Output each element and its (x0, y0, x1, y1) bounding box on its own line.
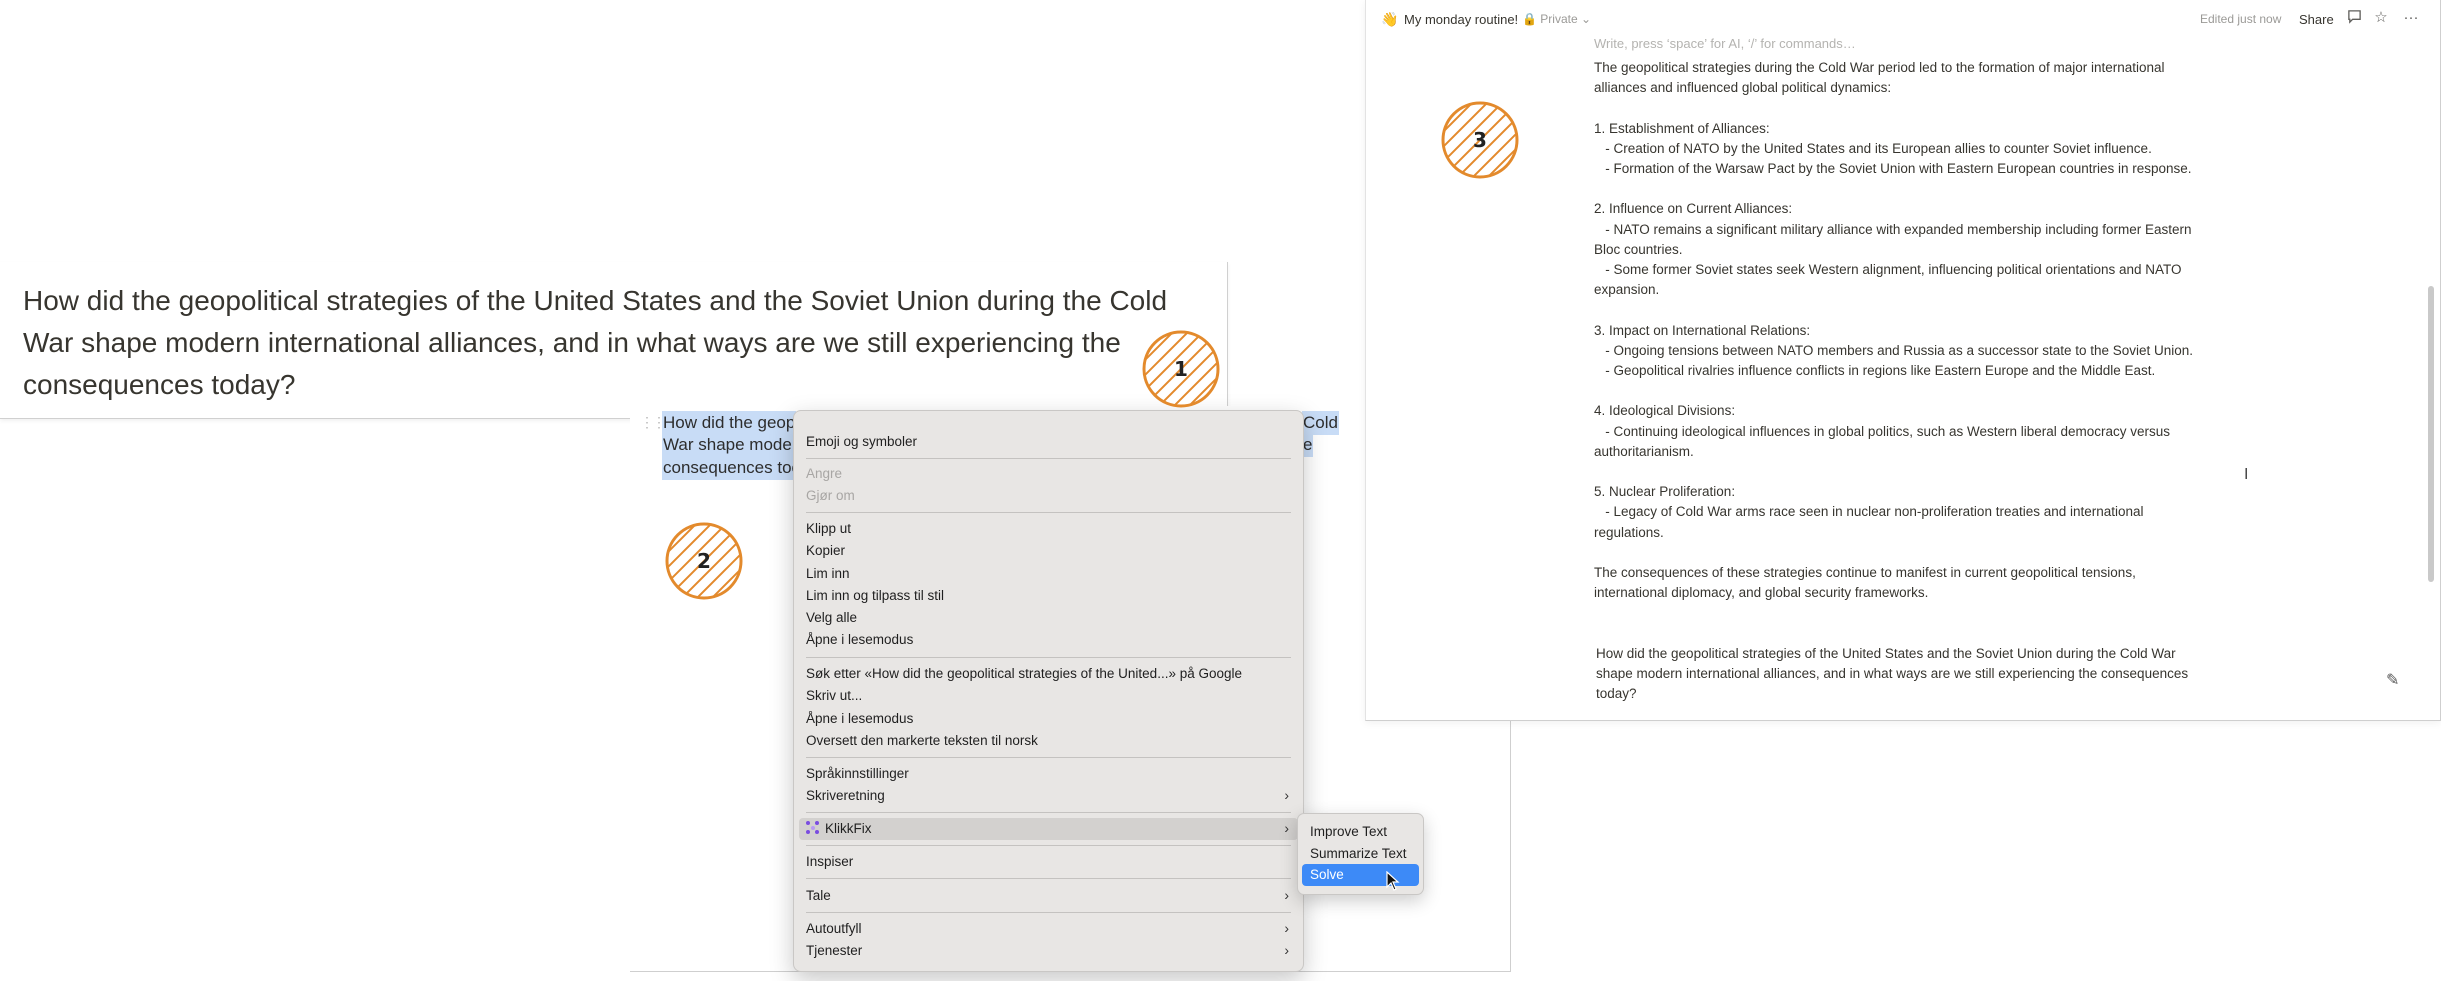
selected-text-tail[interactable]: Cold (1302, 411, 1339, 435)
answer-line[interactable]: 3. Impact on International Relations: (1594, 321, 2204, 341)
menu-item-label: Tale (806, 888, 831, 903)
context-menu: Emoji og symboler Angre Gjør om Klipp ut… (793, 410, 1304, 972)
menu-item-speech[interactable]: Tale (806, 885, 1291, 907)
menu-item-reader-mode-2[interactable]: Åpne i lesemodus (806, 708, 913, 730)
answer-line[interactable]: - Geopolitical rivalries influence confl… (1594, 361, 2204, 381)
answer-line[interactable]: The consequences of these strategies con… (1594, 563, 2204, 603)
menu-item-cut[interactable]: Klipp ut (806, 518, 851, 540)
answer-line[interactable] (1594, 179, 2204, 199)
menu-item-label: Tjenester (806, 943, 863, 958)
scrollbar[interactable] (2428, 286, 2434, 582)
menu-divider (806, 512, 1291, 513)
menu-item-label: KlikkFix (825, 821, 872, 836)
menu-item-label: Skriveretning (806, 788, 885, 803)
menu-divider (806, 845, 1291, 846)
editor-placeholder[interactable]: Write, press ‘space’ for AI, ‘/’ for com… (1594, 36, 1856, 51)
menu-item-klikkfix[interactable]: KlikkFix (806, 818, 1291, 840)
drag-handle-icon[interactable]: ⋮⋮ (640, 414, 666, 431)
menu-item-select-all[interactable]: Velg alle (806, 607, 857, 629)
chevron-right-icon: › (1284, 820, 1289, 836)
text-cursor-icon: I (2244, 466, 2249, 483)
annotation-badge: 1 (1141, 329, 1221, 409)
page-title[interactable]: My monday routine! (1404, 12, 1518, 27)
answer-line[interactable]: 5. Nuclear Proliferation: (1594, 482, 2204, 502)
answer-line[interactable] (1594, 381, 2204, 401)
menu-divider (806, 812, 1291, 813)
more-icon[interactable]: ··· (2402, 9, 2420, 27)
answer-line[interactable]: - NATO remains a significant military al… (1594, 220, 2204, 260)
notion-answer-body[interactable]: The geopolitical strategies during the C… (1594, 58, 2204, 603)
star-icon[interactable]: ☆ (2372, 9, 2390, 27)
menu-divider (806, 878, 1291, 879)
notion-window: 👋 My monday routine! 🔒 Private ⌄ Edited … (1365, 0, 2441, 721)
klikkfix-submenu: Improve Text Summarize Text Solve (1297, 813, 1424, 895)
menu-item-paste[interactable]: Lim inn (806, 563, 850, 585)
chevron-right-icon: › (1284, 942, 1289, 958)
answer-line[interactable]: - Continuing ideological influences in g… (1594, 422, 2204, 462)
answer-line[interactable] (1594, 543, 2204, 563)
selected-text-line[interactable]: How did the geop (662, 411, 797, 435)
menu-item-translate[interactable]: Oversett den markerte teksten til norsk (806, 730, 1038, 752)
answer-line[interactable] (1594, 98, 2204, 118)
answer-line[interactable]: - Creation of NATO by the United States … (1594, 139, 2204, 159)
comment-icon[interactable] (2345, 9, 2363, 27)
share-button[interactable]: Share (2299, 12, 2334, 27)
klikkfix-icon (806, 821, 820, 835)
submenu-item-solve[interactable]: Solve (1310, 864, 1344, 886)
menu-item-autofill[interactable]: Autoutfyll (806, 918, 1291, 940)
menu-divider (806, 657, 1291, 658)
chevron-right-icon: › (1284, 887, 1289, 903)
menu-item-print[interactable]: Skriv ut... (806, 685, 862, 707)
menu-divider (806, 912, 1291, 913)
edited-status: Edited just now (2200, 12, 2282, 26)
menu-item-redo: Gjør om (806, 488, 855, 503)
menu-item-reader-mode[interactable]: Åpne i lesemodus (806, 629, 913, 651)
answer-line[interactable]: - Formation of the Warsaw Pact by the So… (1594, 159, 2204, 179)
menu-item-paste-style[interactable]: Lim inn og tilpass til stil (806, 585, 944, 607)
annotation-badge: 2 (664, 521, 744, 601)
question-text: How did the geopolitical strategies of t… (23, 285, 1168, 400)
notion-question-text[interactable]: How did the geopolitical strategies of t… (1596, 644, 2196, 704)
answer-line[interactable]: The geopolitical strategies during the C… (1594, 58, 2204, 98)
answer-line[interactable]: - Ongoing tensions between NATO members … (1594, 341, 2204, 361)
notion-topbar: 👋 My monday routine! 🔒 Private ⌄ Edited … (1366, 0, 2440, 38)
badge-number: 1 (1174, 357, 1188, 381)
menu-divider (806, 757, 1291, 758)
badge-number: 2 (697, 549, 711, 573)
privacy-dropdown[interactable]: 🔒 Private ⌄ (1522, 12, 1591, 26)
answer-line[interactable]: 4. Ideological Divisions: (1594, 401, 2204, 421)
question-card: How did the geopolitical strategies of t… (0, 262, 1228, 419)
answer-line[interactable]: - Legacy of Cold War arms race seen in n… (1594, 502, 2204, 542)
menu-item-search-google[interactable]: Søk etter «How did the geopolitical stra… (806, 663, 1242, 685)
menu-item-services[interactable]: Tjenester (806, 940, 1291, 962)
selected-text-line[interactable]: consequences toc (662, 456, 802, 480)
answer-line[interactable] (1594, 300, 2204, 320)
menu-item-writing-direction[interactable]: Skriveretning (806, 785, 1291, 807)
chevron-right-icon: › (1284, 920, 1289, 936)
chevron-right-icon: › (1284, 787, 1289, 803)
menu-item-emoji[interactable]: Emoji og symboler (806, 431, 917, 453)
answer-line[interactable]: 2. Influence on Current Alliances: (1594, 199, 2204, 219)
menu-divider (806, 458, 1291, 459)
menu-item-language[interactable]: Språkinnstillinger (806, 763, 909, 785)
wave-emoji-icon: 👋 (1381, 11, 1399, 27)
answer-line[interactable]: 1. Establishment of Alliances: (1594, 119, 2204, 139)
menu-item-label: Autoutfyll (806, 921, 862, 936)
badge-number: 3 (1473, 128, 1487, 152)
answer-line[interactable]: - Some former Soviet states seek Western… (1594, 260, 2204, 300)
menu-item-inspect[interactable]: Inspiser (806, 851, 853, 873)
pen-icon[interactable]: ✎ (2386, 670, 2399, 690)
submenu-item-summarize[interactable]: Summarize Text (1310, 843, 1407, 865)
selected-text-line[interactable]: War shape moder (662, 433, 799, 457)
menu-item-copy[interactable]: Kopier (806, 540, 845, 562)
annotation-badge: 3 (1440, 100, 1520, 180)
mouse-pointer-icon (1386, 871, 1400, 891)
menu-item-undo: Angre (806, 466, 843, 481)
answer-line[interactable] (1594, 462, 2204, 482)
submenu-item-improve[interactable]: Improve Text (1310, 821, 1387, 843)
